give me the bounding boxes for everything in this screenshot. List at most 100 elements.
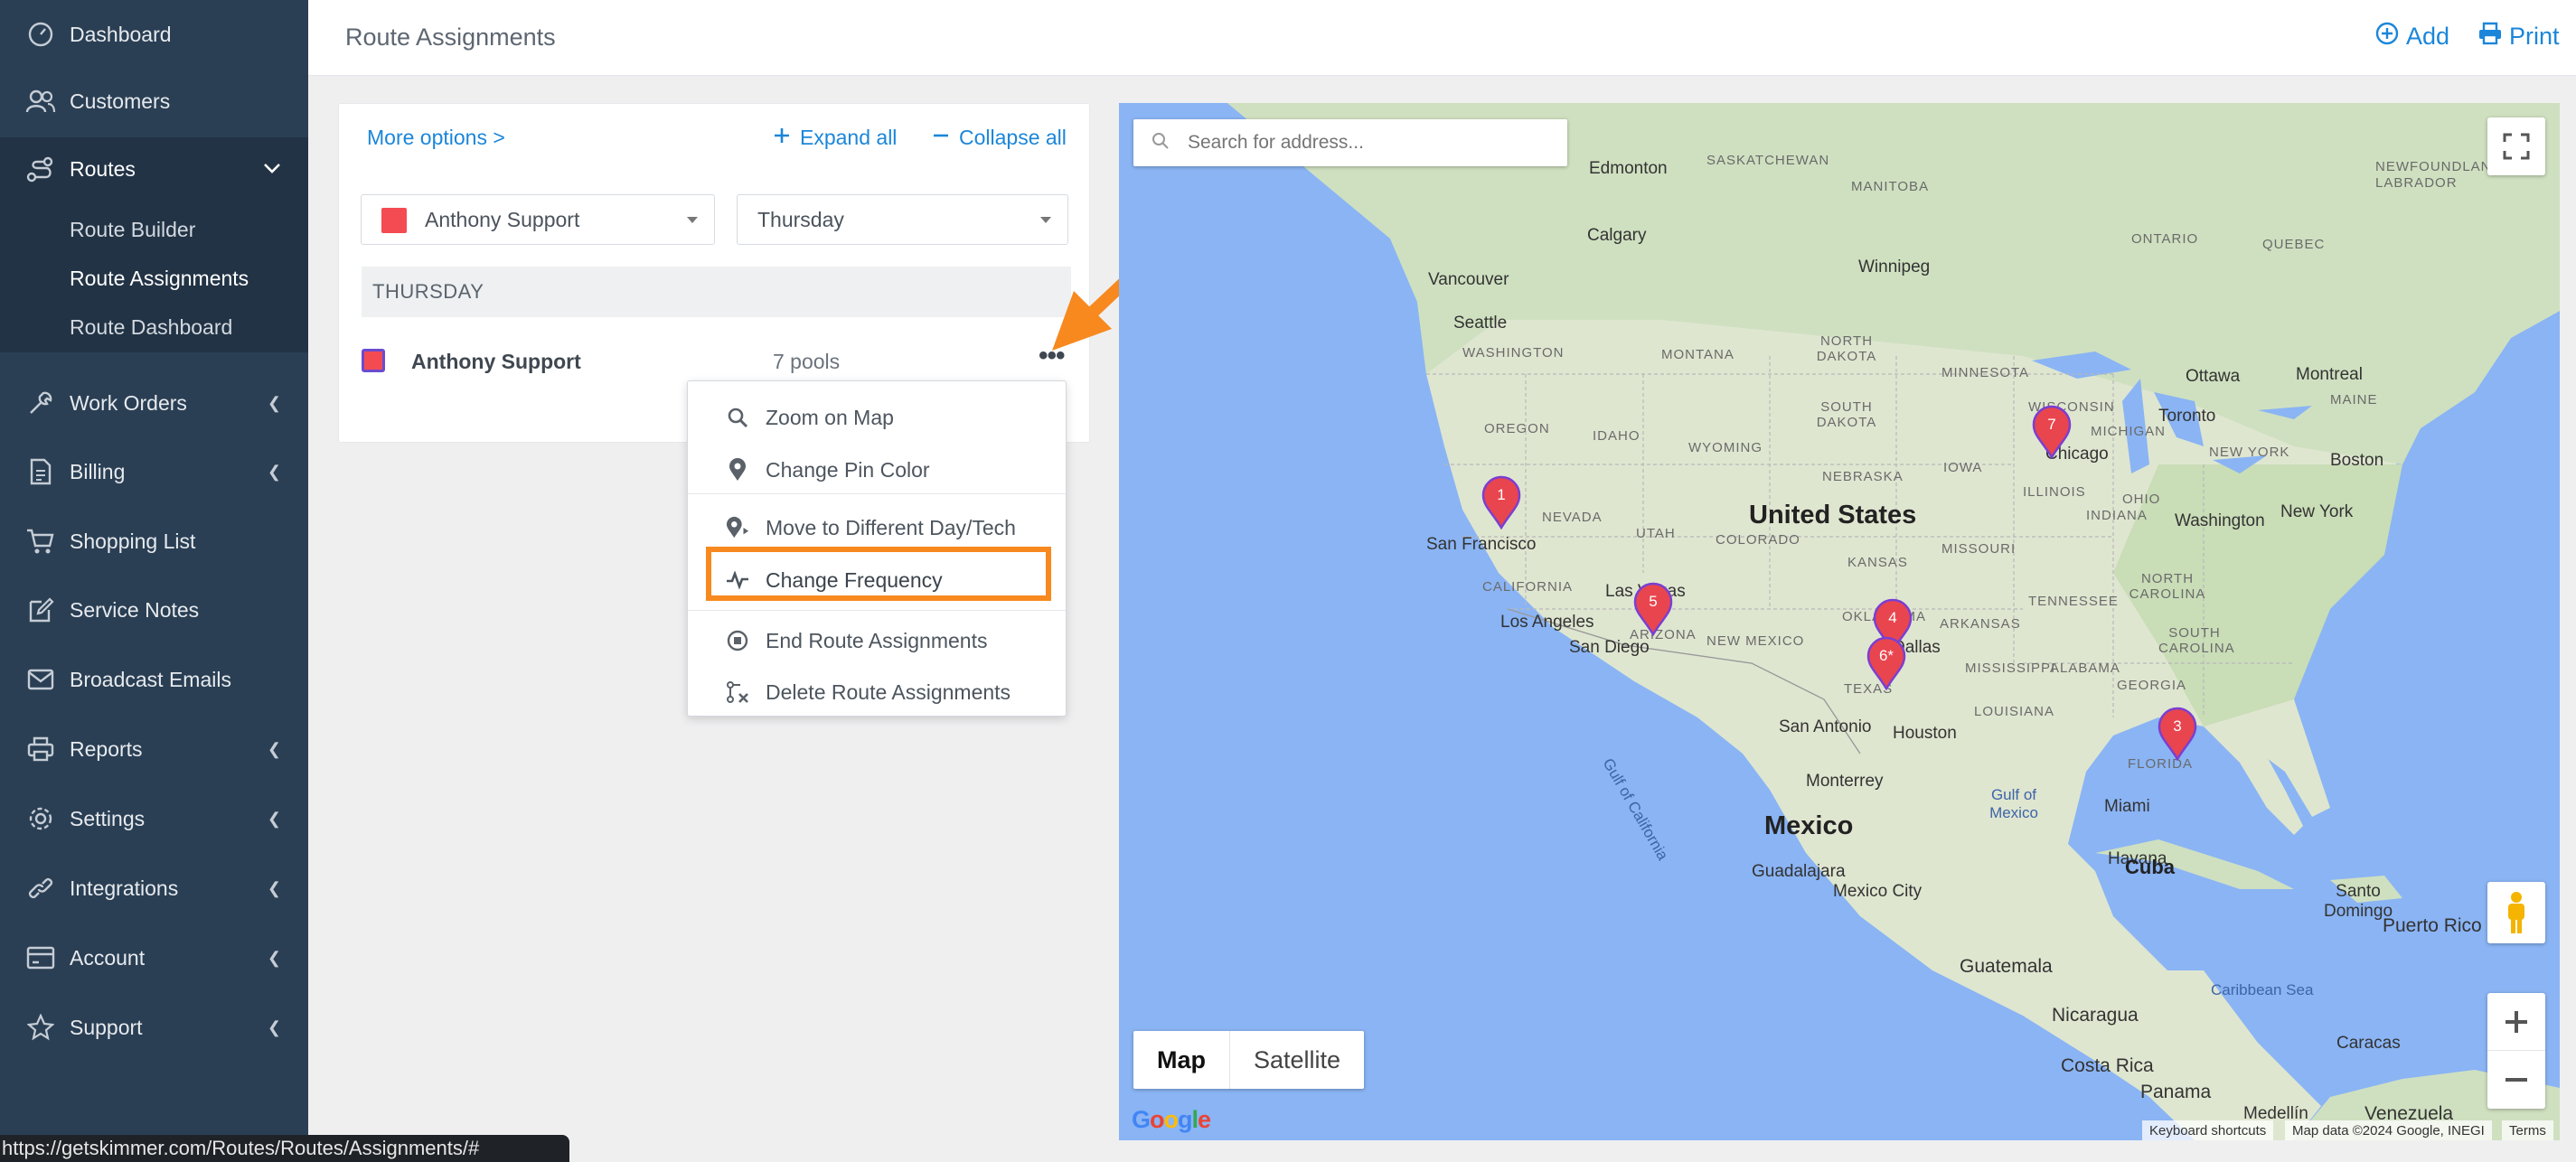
day-select-value: Thursday: [757, 207, 844, 231]
menu-item-end-route-assignments[interactable]: End Route Assignments: [688, 615, 1066, 666]
sidebar-item-integrations[interactable]: Integrations ❮: [0, 854, 308, 923]
more-options-link[interactable]: More options >: [367, 126, 505, 150]
menu-item-zoom-on-map[interactable]: Zoom on Map: [688, 392, 1066, 443]
map-view[interactable]: Edmonton SASKATCHEWAN MANITOBA Calgary O…: [1119, 103, 2560, 1140]
sidebar-item-label: Broadcast Emails: [70, 667, 231, 691]
street-view-button[interactable]: [2487, 882, 2545, 943]
sidebar-item-service-notes[interactable]: Service Notes: [0, 576, 308, 644]
collapse-all-button[interactable]: Collapse all: [932, 126, 1067, 150]
map-label: MISSOURI: [1941, 541, 2017, 557]
map-label: UTAH: [1636, 526, 1676, 541]
stop-circle-icon: [726, 629, 749, 652]
pegman-icon: [2508, 892, 2524, 933]
menu-item-change-pin-color[interactable]: Change Pin Color: [688, 445, 1066, 495]
plus-circle-icon: [2375, 22, 2399, 52]
routes-submenu: Route Builder Route Assignments Route Da…: [0, 196, 308, 352]
day-group-heading: THURSDAY: [362, 267, 1071, 317]
sidebar-subitem-route-assignments[interactable]: Route Assignments: [70, 267, 249, 291]
map-label: Montreal: [2296, 365, 2363, 384]
sidebar-item-account[interactable]: Account ❮: [0, 923, 308, 992]
top-header: Route Assignments Add Print: [308, 0, 2576, 76]
map-label: Caribbean Sea: [2211, 981, 2314, 998]
map-label: NEVADA: [1542, 510, 1603, 525]
menu-item-delete-route-assignments[interactable]: Delete Route Assignments: [688, 667, 1066, 717]
map-label: INDIANA: [2086, 508, 2148, 523]
address-search-box[interactable]: [1133, 119, 1567, 166]
chevron-left-icon: ❮: [267, 739, 281, 758]
map-type-satellite-button[interactable]: Satellite: [1229, 1031, 1364, 1089]
chevron-left-icon: ❮: [267, 948, 281, 967]
map-label: WYOMING: [1688, 440, 1763, 455]
sidebar-item-label: Reports: [70, 736, 143, 761]
map-data-attribution: Map data ©2024 Google, INEGI: [2285, 1120, 2492, 1140]
pin-arrow-icon: [726, 516, 749, 539]
keyboard-shortcuts-link[interactable]: Keyboard shortcuts: [2142, 1120, 2274, 1140]
map-pin[interactable]: 6*: [1866, 636, 1907, 691]
zoom-in-button[interactable]: [2487, 994, 2545, 1051]
map-pin[interactable]: 5: [1632, 582, 1674, 637]
ellipsis-menu-button[interactable]: •••: [1039, 341, 1065, 371]
map-label: Panama: [2140, 1082, 2212, 1102]
map-label: San Diego: [1569, 638, 1650, 657]
route-row[interactable]: Anthony Support 7 pools •••: [362, 335, 1071, 386]
address-search-input[interactable]: [1188, 132, 1549, 154]
map-label: NORTH DAKOTA: [1816, 333, 1877, 364]
sidebar-item-shopping-list[interactable]: Shopping List: [0, 507, 308, 576]
map-label: Puerto Rico: [2383, 915, 2482, 936]
fullscreen-button[interactable]: [2487, 117, 2545, 175]
map-label: ALABAMA: [2050, 661, 2120, 676]
map-label: Boston: [2330, 451, 2384, 470]
search-icon: [1152, 132, 1170, 155]
map-label: QUEBEC: [2262, 237, 2326, 252]
chevron-left-icon: ❮: [267, 878, 281, 897]
map-label: Nicaragua: [2052, 1005, 2139, 1026]
menu-item-change-frequency[interactable]: Change Frequency: [688, 555, 1066, 605]
sidebar-item-settings[interactable]: Settings ❮: [0, 784, 308, 853]
add-button[interactable]: Add: [2375, 22, 2449, 52]
map-label: GEORGIA: [2117, 678, 2187, 693]
technician-select[interactable]: Anthony Support: [361, 194, 715, 245]
map-label: WASHINGTON: [1462, 345, 1565, 361]
sidebar-subitem-route-builder[interactable]: Route Builder: [70, 218, 195, 242]
day-select[interactable]: Thursday: [737, 194, 1068, 245]
sidebar-item-work-orders[interactable]: Work Orders ❮: [0, 369, 308, 437]
browser-status-url: https://getskimmer.com/Routes/Routes/Ass…: [0, 1135, 569, 1162]
chevron-left-icon: ❮: [267, 809, 281, 828]
sidebar-item-support[interactable]: Support ❮: [0, 993, 308, 1062]
sidebar-item-billing[interactable]: Billing ❮: [0, 437, 308, 506]
map-type-map-button[interactable]: Map: [1133, 1031, 1229, 1089]
sidebar-item-broadcast-emails[interactable]: Broadcast Emails: [0, 645, 308, 714]
sidebar-item-label: Dashboard: [70, 22, 172, 46]
map-label: NEBRASKA: [1822, 469, 1904, 484]
map-label: Caracas: [2336, 1034, 2401, 1053]
map-pin-label: 4: [1888, 609, 1897, 626]
sidebar-item-routes[interactable]: Routes: [0, 137, 308, 201]
map-label: New York: [2280, 502, 2354, 521]
expand-all-label: Expand all: [800, 126, 898, 149]
map-pin-label: 6*: [1878, 647, 1894, 664]
sidebar-subitem-route-dashboard[interactable]: Route Dashboard: [70, 315, 232, 340]
caret-down-icon: [687, 217, 698, 223]
expand-all-button[interactable]: Expand all: [773, 126, 897, 150]
zoom-out-button[interactable]: [2487, 1051, 2545, 1108]
map-pin[interactable]: 3: [2157, 707, 2198, 762]
map-label: IDAHO: [1593, 428, 1641, 444]
sidebar-item-reports[interactable]: Reports ❮: [0, 715, 308, 783]
map-pin[interactable]: 7: [2031, 405, 2073, 460]
sidebar-item-dashboard[interactable]: Dashboard: [0, 0, 308, 69]
page-title: Route Assignments: [345, 23, 556, 51]
map-label: Monterrey: [1806, 772, 1884, 791]
menu-item-label: Change Pin Color: [766, 457, 930, 482]
route-color-swatch[interactable]: [362, 349, 385, 372]
print-button[interactable]: Print: [2478, 22, 2560, 52]
chevron-down-icon: [263, 160, 281, 179]
work-orders-icon: [25, 388, 56, 418]
map-label: Vancouver: [1428, 270, 1509, 289]
sidebar-item-label: Work Orders: [70, 390, 187, 415]
terms-link[interactable]: Terms: [2502, 1120, 2553, 1140]
map-pin[interactable]: 1: [1481, 475, 1522, 530]
sidebar-item-customers[interactable]: Customers: [0, 67, 308, 136]
menu-item-move-day-tech[interactable]: Move to Different Day/Tech: [688, 502, 1066, 553]
link-icon: [25, 873, 56, 904]
menu-item-label: End Route Assignments: [766, 628, 988, 652]
